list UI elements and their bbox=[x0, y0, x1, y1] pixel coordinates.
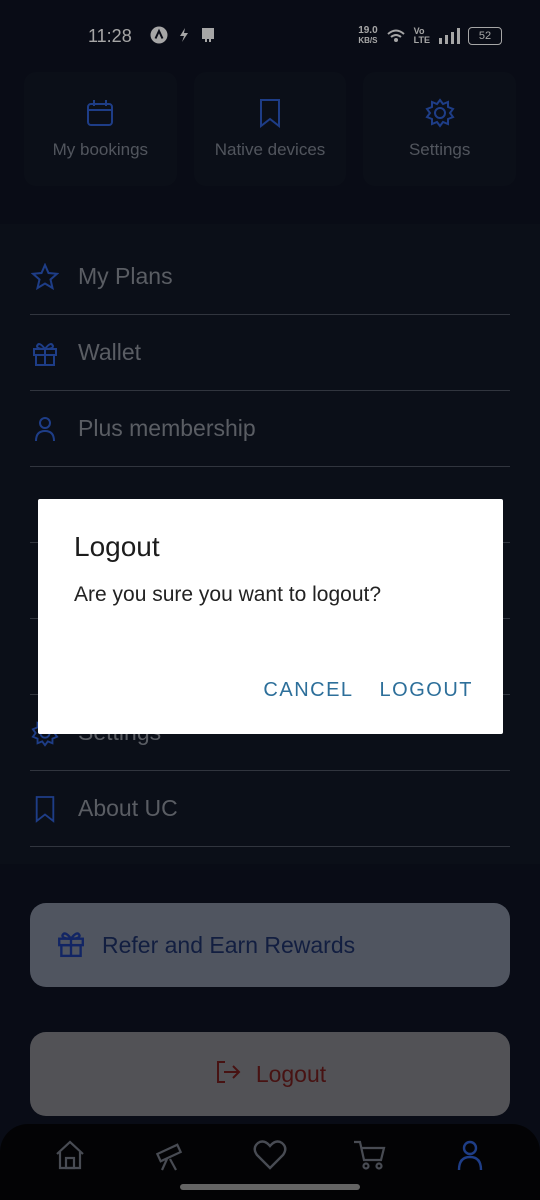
dialog-actions: CANCEL LOGOUT bbox=[263, 679, 473, 702]
confirm-logout-button[interactable]: LOGOUT bbox=[380, 679, 473, 702]
cancel-button[interactable]: CANCEL bbox=[263, 679, 353, 702]
dialog-message: Are you sure you want to logout? bbox=[74, 583, 382, 606]
dialog-title: Logout bbox=[74, 531, 160, 562]
logout-dialog: Logout Are you sure you want to logout? … bbox=[38, 499, 503, 734]
